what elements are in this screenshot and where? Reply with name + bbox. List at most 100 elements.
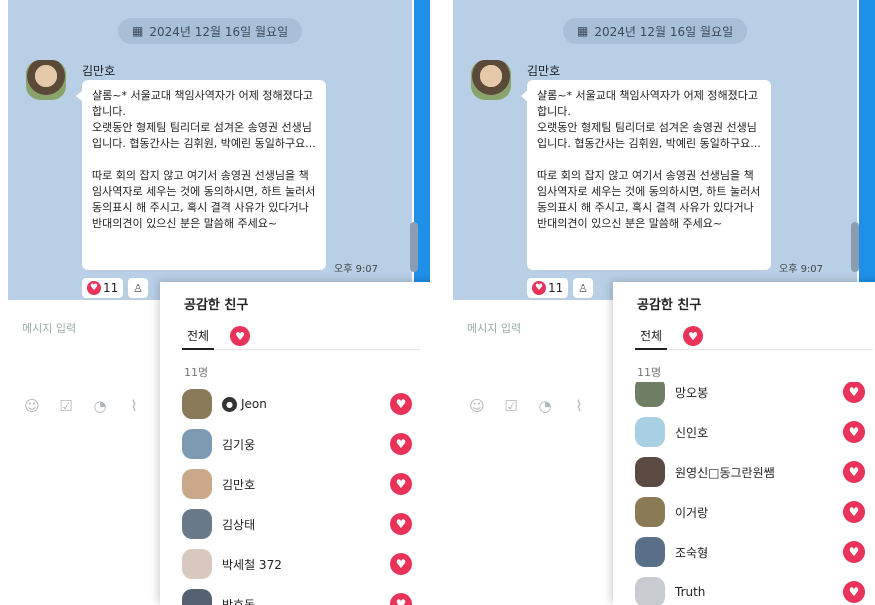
date-divider: ▦ 2024년 12월 16일 월요일 [563, 18, 748, 44]
tab-all[interactable]: 전체 [182, 326, 215, 350]
reaction-count: 11 [548, 281, 564, 295]
user-icon[interactable]: ♙ [573, 278, 593, 298]
list-item[interactable]: 망오봉 ♥ [635, 382, 865, 412]
avatar [635, 497, 665, 527]
heart-icon: ♥ [390, 433, 412, 455]
reaction-list: ● Jeon ♥ 김기웅 ♥ 김만호 ♥ 김상태 ♥ 박세철 372 ♥ 박호동… [160, 382, 430, 605]
avatar [182, 469, 212, 499]
list-item[interactable]: 김기웅 ♥ [182, 424, 412, 464]
avatar [182, 549, 212, 579]
friend-name: 박세철 372 [222, 557, 282, 572]
heart-icon: ♥ [532, 281, 546, 295]
reaction-heart-button[interactable]: ♥ 11 [527, 278, 569, 298]
calendar-icon: ▦ [132, 24, 144, 38]
heart-icon[interactable]: ♥ [683, 326, 703, 346]
heart-icon: ♥ [390, 473, 412, 495]
message-input[interactable]: 메시지 입력 [467, 320, 521, 336]
calendar-icon: ▦ [577, 24, 589, 38]
avatar [182, 429, 212, 459]
message-area: ▦ 2024년 12월 16일 월요일 김만호 샬롬~* 서울교대 책임사역자가… [453, 0, 859, 300]
avatar[interactable] [471, 60, 511, 100]
reaction-count: 11 [103, 281, 119, 295]
reaction-total: 11명 [637, 366, 662, 379]
input-toolbar: ☺ ☑ ◔ ⌇ [22, 396, 144, 416]
heart-icon: ♥ [843, 501, 865, 523]
heart-icon: ♥ [843, 581, 865, 603]
sender-name: 김만호 [527, 64, 561, 78]
friend-name: 원영신□동그란원쌤 [675, 465, 775, 480]
avatar[interactable] [26, 60, 66, 100]
popup-title: 공감한 친구 [637, 298, 702, 313]
list-item[interactable]: 박호동 ♥ [182, 584, 412, 605]
list-item[interactable]: 신인호 ♥ [635, 412, 865, 452]
friend-name: 신인호 [675, 425, 709, 440]
check-calendar-icon[interactable]: ☑ [501, 396, 521, 416]
heart-icon: ♥ [390, 393, 412, 415]
friend-name: 김기웅 [222, 437, 256, 452]
heart-icon: ♥ [390, 513, 412, 535]
heart-icon: ♥ [390, 593, 412, 605]
avatar [182, 589, 212, 605]
avatar [635, 537, 665, 567]
friend-name: 박호동 [222, 597, 256, 605]
message-bubble[interactable]: 샬롬~* 서울교대 책임사역자가 어제 정해졌다고 합니다. 오랫동안 형제팀 … [76, 80, 326, 270]
popup-title: 공감한 친구 [184, 298, 249, 313]
check-calendar-icon[interactable]: ☑ [56, 396, 76, 416]
message-time: 오후 9:07 [779, 264, 824, 275]
list-item[interactable]: 원영신□동그란원쌤 ♥ [635, 452, 865, 492]
avatar [182, 509, 212, 539]
date-divider: ▦ 2024년 12월 16일 월요일 [118, 18, 303, 44]
heart-icon: ♥ [390, 553, 412, 575]
heart-icon: ♥ [843, 421, 865, 443]
list-item[interactable]: Truth ♥ [635, 572, 865, 605]
paperclip-icon[interactable]: ⌇ [569, 396, 589, 416]
avatar [635, 577, 665, 605]
heart-icon: ♥ [843, 382, 865, 403]
chat-window-right: ▦ 2024년 12월 16일 월요일 김만호 샬롬~* 서울교대 책임사역자가… [445, 0, 875, 605]
friend-name: 김만호 [222, 477, 256, 492]
popup-tabs: 전체 ♥ [635, 326, 873, 350]
message-input[interactable]: 메시지 입력 [22, 320, 76, 336]
tab-all[interactable]: 전체 [635, 326, 668, 350]
reaction-popup: 공감한 친구 전체 ♥ 11명 ● Jeon ♥ 김기웅 ♥ 김만호 ♥ 김상태… [160, 282, 430, 605]
list-item[interactable]: 김만호 ♥ [182, 464, 412, 504]
message-bubble[interactable]: 샬롬~* 서울교대 책임사역자가 어제 정해졌다고 합니다. 오랫동안 형제팀 … [521, 80, 771, 270]
list-item[interactable]: 김상태 ♥ [182, 504, 412, 544]
list-item[interactable]: ● Jeon ♥ [182, 384, 412, 424]
avatar [182, 389, 212, 419]
chat-scrollbar[interactable] [410, 222, 418, 272]
message-area: ▦ 2024년 12월 16일 월요일 김만호 샬롬~* 서울교대 책임사역자가… [8, 0, 418, 300]
date-label: 2024년 12월 16일 월요일 [149, 24, 289, 39]
list-item[interactable]: 박세철 372 ♥ [182, 544, 412, 584]
message-time: 오후 9:07 [334, 264, 379, 275]
friend-name: 김상태 [222, 517, 256, 532]
heart-icon[interactable]: ♥ [230, 326, 250, 346]
avatar [635, 382, 665, 407]
chat-bubble-icon[interactable]: ◔ [90, 396, 110, 416]
reaction-list: 망오봉 ♥ 신인호 ♥ 원영신□동그란원쌤 ♥ 이거랑 ♥ 조숙형 ♥ Trut… [613, 382, 875, 605]
avatar [635, 417, 665, 447]
emoji-icon[interactable]: ☺ [467, 396, 487, 416]
emoji-icon[interactable]: ☺ [22, 396, 42, 416]
reaction-popup: 공감한 친구 전체 ♥ 11명 망오봉 ♥ 신인호 ♥ 원영신□동그란원쌤 ♥ [613, 282, 875, 605]
heart-icon: ♥ [87, 281, 101, 295]
user-icon[interactable]: ♙ [128, 278, 148, 298]
chat-scrollbar[interactable] [851, 222, 859, 272]
friend-name: Truth [675, 585, 706, 599]
friend-name: ● Jeon [222, 396, 267, 412]
paperclip-icon[interactable]: ⌇ [124, 396, 144, 416]
list-item[interactable]: 조숙형 ♥ [635, 532, 865, 572]
chat-bubble-icon[interactable]: ◔ [535, 396, 555, 416]
list-item[interactable]: 이거랑 ♥ [635, 492, 865, 532]
date-label: 2024년 12월 16일 월요일 [594, 24, 734, 39]
friend-name: 망오봉 [675, 385, 709, 400]
reaction-heart-button[interactable]: ♥ 11 [82, 278, 124, 298]
friend-name: 조숙형 [675, 545, 709, 560]
heart-icon: ♥ [843, 461, 865, 483]
reaction-total: 11명 [184, 366, 209, 379]
chat-window-left: ▦ 2024년 12월 16일 월요일 김만호 샬롬~* 서울교대 책임사역자가… [0, 0, 430, 605]
popup-tabs: 전체 ♥ [182, 326, 420, 350]
avatar [635, 457, 665, 487]
input-toolbar: ☺ ☑ ◔ ⌇ [467, 396, 589, 416]
sender-name: 김만호 [82, 64, 116, 78]
